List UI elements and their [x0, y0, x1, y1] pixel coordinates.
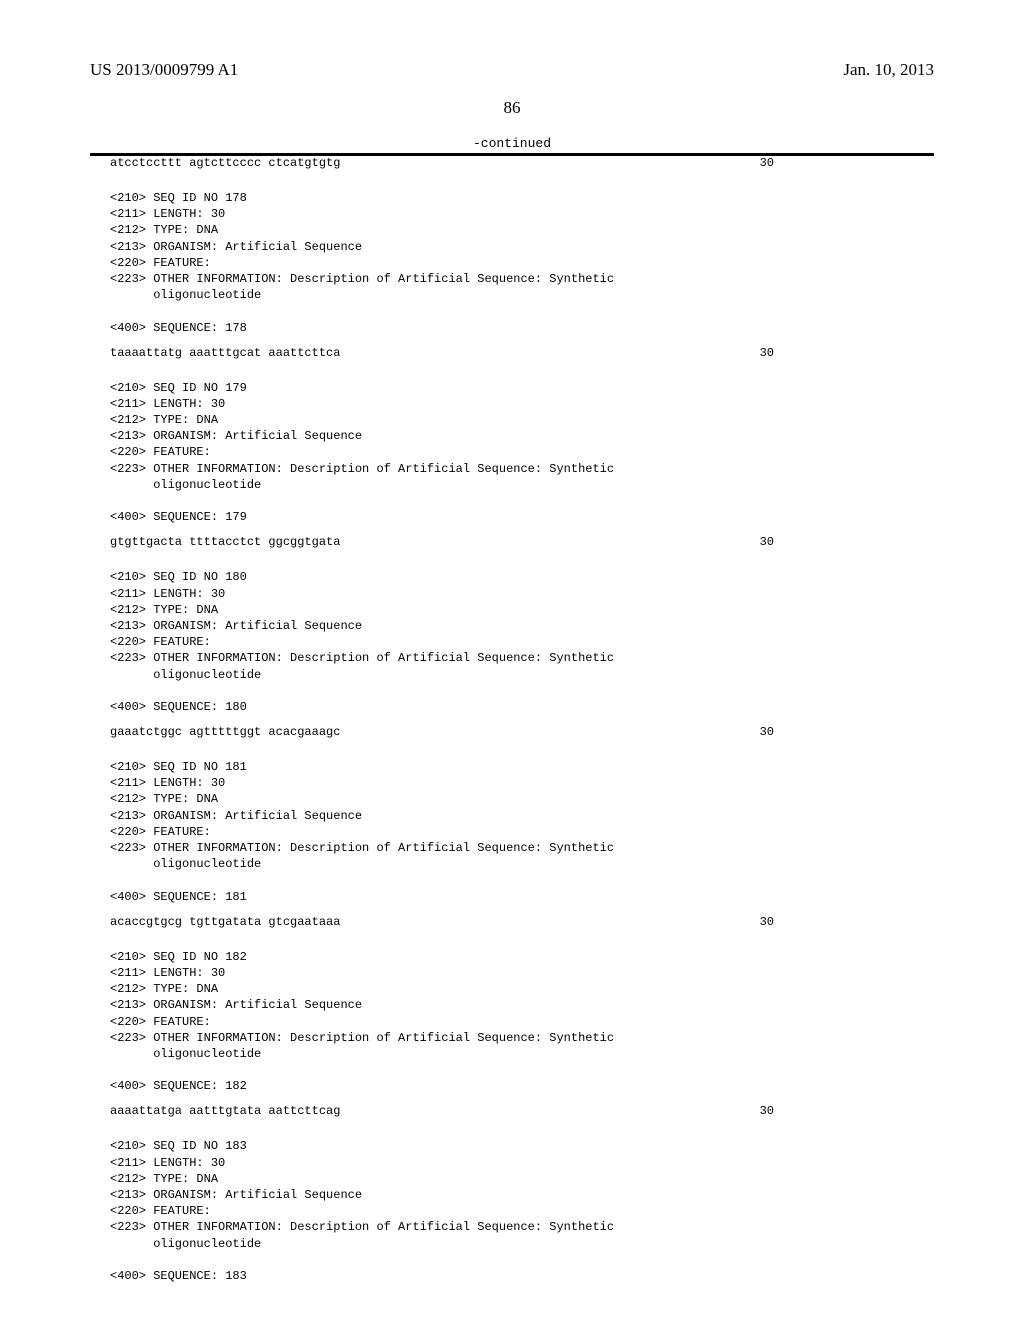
sequence-data-line: gtgttgacta ttttacctct ggcggtgata 30: [110, 535, 914, 549]
sequence-data: taaaattatg aaatttgcat aaattcttca: [110, 346, 340, 360]
sequence-length-marker: 30: [760, 915, 774, 929]
continued-label: -continued: [90, 136, 934, 151]
sequence-header-block: <210> SEQ ID NO 182 <211> LENGTH: 30 <21…: [110, 943, 914, 1095]
sequence-header-block: <210> SEQ ID NO 179 <211> LENGTH: 30 <21…: [110, 374, 914, 526]
sequence-data: acaccgtgcg tgttgatata gtcgaataaa: [110, 915, 340, 929]
sequence-entry: <210> SEQ ID NO 182 <211> LENGTH: 30 <21…: [90, 943, 934, 1119]
sequence-data: gaaatctggc agtttttggt acacgaaagc: [110, 725, 340, 739]
sequence-data: atcctccttt agtcttcccc ctcatgtgtg: [110, 156, 340, 170]
sequence-entry: <210> SEQ ID NO 180 <211> LENGTH: 30 <21…: [90, 563, 934, 739]
sequence-length-marker: 30: [760, 535, 774, 549]
sequence-header-block: <210> SEQ ID NO 178 <211> LENGTH: 30 <21…: [110, 184, 914, 336]
sequence-data-line: taaaattatg aaatttgcat aaattcttca 30: [110, 346, 914, 360]
page-number: 86: [90, 98, 934, 118]
sequence-data-line: aaaattatga aatttgtata aattcttcag 30: [110, 1104, 914, 1118]
sequence-data-line: acaccgtgcg tgttgatata gtcgaataaa 30: [110, 915, 914, 929]
sequence-header-block: <210> SEQ ID NO 183 <211> LENGTH: 30 <21…: [110, 1132, 914, 1284]
page-header: US 2013/0009799 A1 Jan. 10, 2013: [90, 60, 934, 80]
sequence-entry: <210> SEQ ID NO 181 <211> LENGTH: 30 <21…: [90, 753, 934, 929]
sequence-data: gtgttgacta ttttacctct ggcggtgata: [110, 535, 340, 549]
sequence-header-block: <210> SEQ ID NO 181 <211> LENGTH: 30 <21…: [110, 753, 914, 905]
sequence-length-marker: 30: [760, 1104, 774, 1118]
sequence-data-line: atcctccttt agtcttcccc ctcatgtgtg 30: [110, 156, 914, 170]
sequence-entry: <210> SEQ ID NO 178 <211> LENGTH: 30 <21…: [90, 184, 934, 360]
sequence-data-line: gaaatctggc agtttttggt acacgaaagc 30: [110, 725, 914, 739]
sequence-data: aaaattatga aatttgtata aattcttcag: [110, 1104, 340, 1118]
sequence-entry: <210> SEQ ID NO 183 <211> LENGTH: 30 <21…: [90, 1132, 934, 1294]
sequence-header-block: <210> SEQ ID NO 180 <211> LENGTH: 30 <21…: [110, 563, 914, 715]
sequence-entry: <210> SEQ ID NO 179 <211> LENGTH: 30 <21…: [90, 374, 934, 550]
sequence-listing-content: atcctccttt agtcttcccc ctcatgtgtg 30 <210> …: [90, 156, 934, 1294]
sequence-length-marker: 30: [760, 346, 774, 360]
publication-date: Jan. 10, 2013: [843, 60, 934, 80]
sequence-length-marker: 30: [760, 725, 774, 739]
sequence-length-marker: 30: [760, 156, 774, 170]
page-container: US 2013/0009799 A1 Jan. 10, 2013 86 -con…: [0, 0, 1024, 1320]
publication-number: US 2013/0009799 A1: [90, 60, 238, 80]
